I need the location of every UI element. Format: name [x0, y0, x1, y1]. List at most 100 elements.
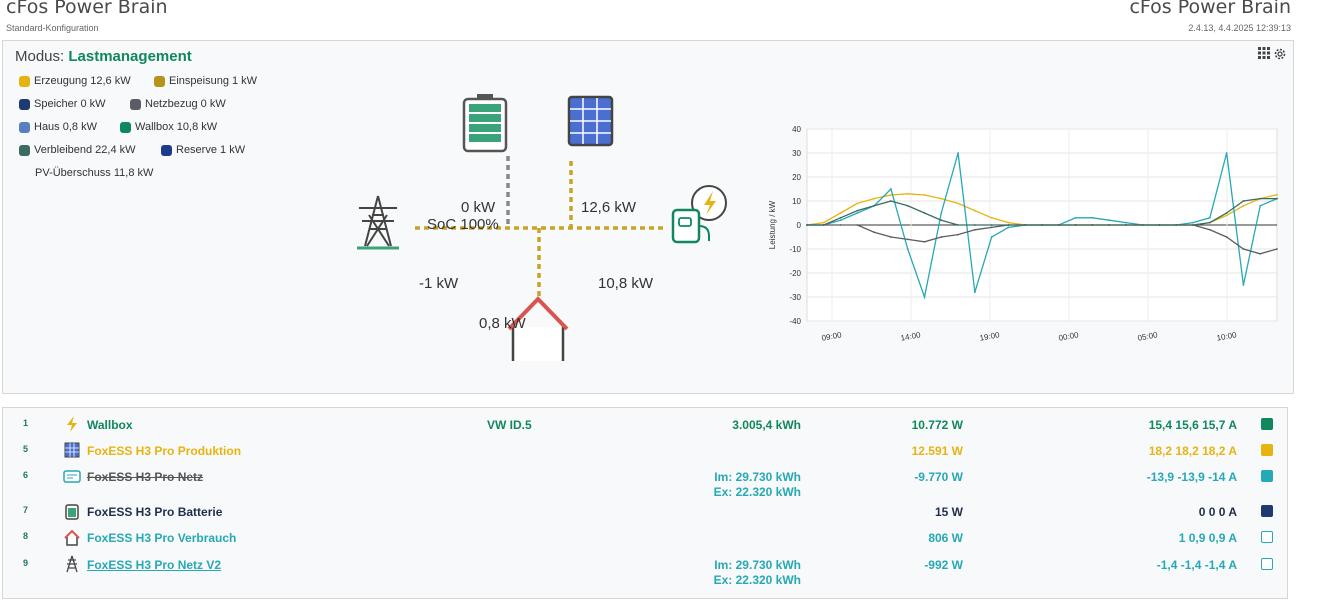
- data-point: [1259, 252, 1262, 255]
- current-value: 0 0 0 A: [1198, 505, 1237, 519]
- y-tick-label: -40: [789, 317, 801, 326]
- data-point: [856, 209, 859, 212]
- data-point: [990, 226, 993, 229]
- x-tick-label: 10:00: [1216, 330, 1238, 342]
- status-square[interactable]: [1261, 444, 1273, 456]
- y-axis-label: Leistung / kW: [768, 200, 777, 249]
- lightning-icon: [63, 415, 81, 433]
- data-point: [873, 204, 876, 207]
- data-point: [1259, 204, 1262, 207]
- status-square[interactable]: [1261, 531, 1273, 543]
- y-tick-label: 0: [797, 221, 802, 230]
- data-point: [940, 219, 943, 222]
- device-id: 6: [23, 470, 29, 480]
- power-value: -992 W: [924, 558, 963, 572]
- data-point: [1242, 284, 1245, 286]
- status-square[interactable]: [1261, 505, 1273, 517]
- energy-value: 3.005,4 kWh: [732, 418, 801, 432]
- power-value: 10.772 W: [911, 418, 963, 432]
- energy-export: Ex: 22.320 kWh: [713, 485, 801, 499]
- legend-label: Reserve 1 kW: [176, 144, 246, 156]
- data-point: [1108, 224, 1111, 226]
- data-point: [1242, 248, 1245, 250]
- legend-swatch: [161, 144, 172, 156]
- data-point: [1074, 216, 1077, 219]
- power-chart[interactable]: 40 30 20 10 0 -10 -20 -30 -40 09:00 14:00 19:00 00:0…: [763, 115, 1283, 355]
- data-point: [1276, 197, 1278, 200]
- wallbox-icon: [671, 185, 727, 244]
- version-timestamp: 2.4.13, 4.4.2025 12:39:13: [1188, 23, 1291, 33]
- data-point: [839, 219, 842, 222]
- data-point: [856, 212, 859, 214]
- data-point: [839, 216, 842, 219]
- x-tick-label: 00:00: [1058, 330, 1080, 342]
- power-value: -9.770 W: [914, 470, 963, 484]
- legend-item[interactable]: Einspeisung 1 kW: [154, 75, 257, 87]
- app-title-right: cFos Power Brain: [1129, 0, 1291, 18]
- legend-item[interactable]: Reserve 1 kW: [161, 144, 245, 156]
- legend-item[interactable]: Erzeugung 12,6 kW: [19, 75, 131, 87]
- data-point: [923, 240, 926, 243]
- device-id: 5: [23, 444, 29, 454]
- device-id: 1: [23, 418, 29, 428]
- legend-label: Verbleibend 22,4 kW: [34, 144, 136, 156]
- status-square[interactable]: [1261, 418, 1273, 430]
- device-name[interactable]: Wallbox: [87, 418, 133, 432]
- energy-total: Im: 29.730 kWh Ex: 22.320 kWh: [714, 558, 801, 588]
- device-name[interactable]: FoxESS H3 Pro Produktion: [87, 444, 241, 458]
- data-point: [1007, 224, 1010, 226]
- data-point: [973, 291, 976, 294]
- data-point: [873, 231, 876, 234]
- data-point: [1225, 236, 1228, 238]
- legend-item[interactable]: Wallbox 10,8 kW: [120, 121, 217, 133]
- solar-panel-icon: [567, 95, 614, 147]
- data-point: [1108, 219, 1111, 222]
- legend-item[interactable]: Netzbezug 0 kW: [130, 98, 226, 110]
- app-title: cFos Power Brain: [6, 0, 168, 18]
- meter-icon: [63, 467, 81, 485]
- power-value: 15 W: [934, 505, 963, 519]
- data-point: [856, 224, 859, 226]
- data-point: [890, 188, 892, 190]
- grid-icon[interactable]: [1258, 47, 1270, 59]
- legend-swatch: [19, 144, 30, 156]
- energy-export: Ex: 22.320 kWh: [713, 573, 801, 587]
- energy-flow-diagram: 0 kW SoC 100% 12,6 kW -1 kW 10,8 kW 0,8 …: [343, 91, 743, 361]
- y-tick-label: 20: [792, 173, 801, 182]
- vehicle-name: VW ID.5: [487, 418, 532, 432]
- legend-label: Wallbox 10,8 kW: [135, 121, 218, 133]
- legend-label: Netzbezug 0 kW: [145, 98, 226, 110]
- mode-value: Lastmanagement: [68, 48, 192, 65]
- device-name[interactable]: FoxESS H3 Pro Netz V2: [87, 558, 221, 572]
- data-point: [1208, 228, 1211, 231]
- data-point: [1007, 221, 1010, 224]
- data-point: [890, 194, 892, 196]
- data-point: [957, 202, 959, 205]
- gear-icon[interactable]: [1273, 47, 1287, 61]
- house-power: 0,8 kW: [479, 315, 526, 332]
- device-name[interactable]: FoxESS H3 Pro Netz: [87, 470, 203, 484]
- data-point: [906, 238, 909, 241]
- data-point: [990, 236, 993, 238]
- data-point: [973, 209, 976, 212]
- data-point: [923, 212, 926, 214]
- x-tick-label: 19:00: [979, 330, 1001, 342]
- data-point: [873, 197, 876, 200]
- data-point: [1091, 216, 1094, 219]
- device-name[interactable]: FoxESS H3 Pro Batterie: [87, 505, 222, 519]
- legend-swatch: [120, 121, 131, 133]
- legend-item[interactable]: Verbleibend 22,4 kW: [19, 144, 136, 156]
- overview-panel: Modus: Lastmanagement Erzeugung 12,6 kW E…: [2, 40, 1294, 394]
- legend-item[interactable]: Speicher 0 kW: [19, 98, 106, 110]
- x-tick-label: 05:00: [1137, 330, 1159, 342]
- legend-swatch: [19, 75, 30, 87]
- status-square[interactable]: [1261, 470, 1273, 482]
- legend-swatch: [154, 75, 165, 87]
- device-name[interactable]: FoxESS H3 Pro Verbrauch: [87, 531, 236, 545]
- legend-item[interactable]: Haus 0,8 kW: [19, 121, 97, 133]
- status-square[interactable]: [1261, 558, 1273, 570]
- data-point: [957, 152, 959, 154]
- data-point: [1024, 224, 1027, 226]
- data-point: [1208, 216, 1211, 219]
- y-tick-label: -20: [789, 269, 801, 278]
